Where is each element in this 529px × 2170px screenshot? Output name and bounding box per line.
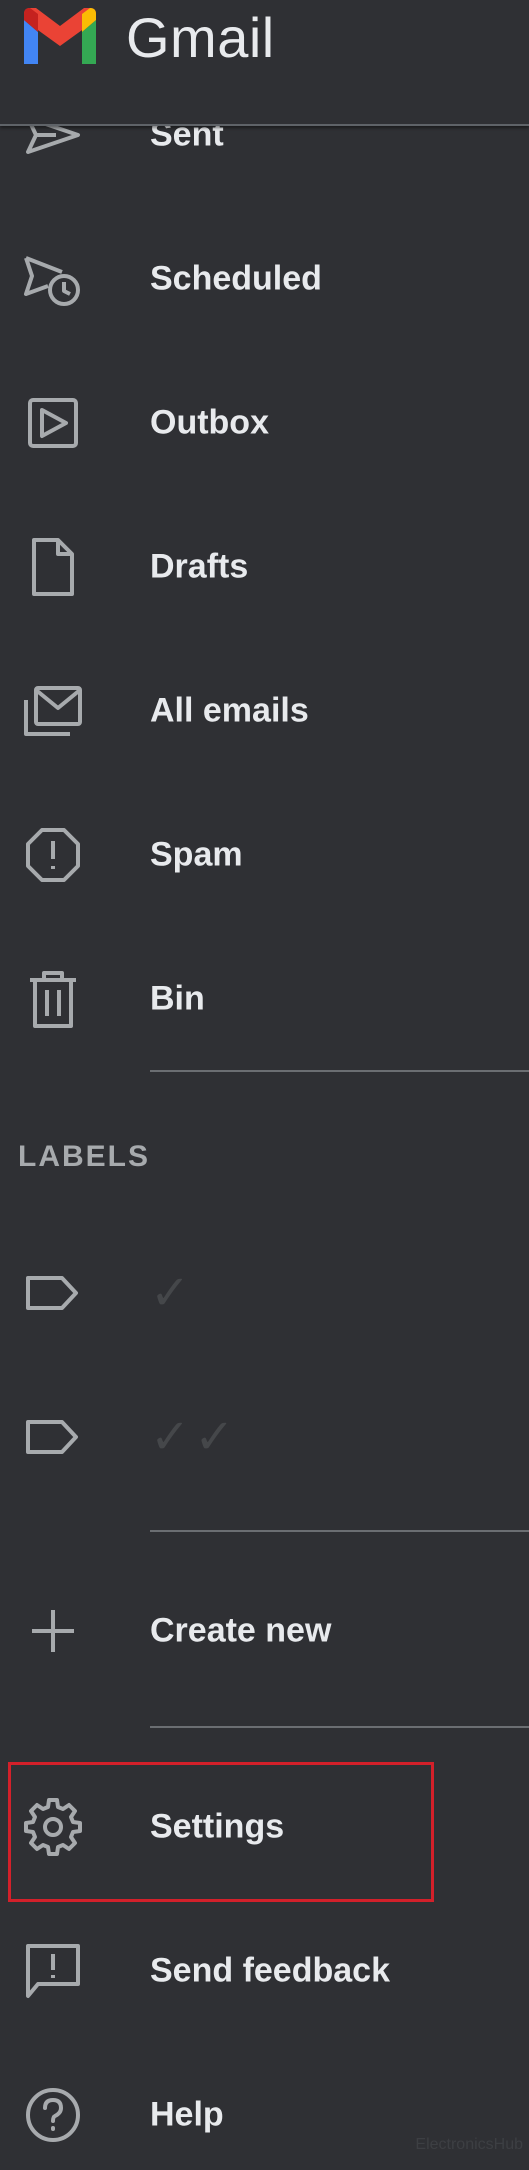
outbox-icon bbox=[22, 392, 84, 454]
nav-item-bin[interactable]: Bin bbox=[0, 944, 529, 1054]
nav-item-spam[interactable]: Spam bbox=[0, 800, 529, 910]
create-new-label-button[interactable]: Create new bbox=[0, 1576, 529, 1686]
all-mail-icon bbox=[22, 680, 84, 742]
label-item[interactable]: ✓ bbox=[0, 1238, 529, 1348]
nav-label-bin: Bin bbox=[150, 979, 205, 1018]
help-icon bbox=[22, 2084, 84, 2146]
create-new-label: Create new bbox=[150, 1611, 332, 1650]
nav-item-scheduled[interactable]: Scheduled bbox=[0, 224, 529, 334]
send-feedback-label: Send feedback bbox=[150, 1951, 390, 1990]
divider bbox=[150, 1726, 529, 1728]
send-feedback-button[interactable]: Send feedback bbox=[0, 1916, 529, 2026]
nav-item-drafts[interactable]: Drafts bbox=[0, 512, 529, 622]
label-icon bbox=[22, 1406, 84, 1468]
plus-icon bbox=[22, 1600, 84, 1662]
gmail-logo-icon bbox=[24, 8, 96, 64]
label-item-text: ✓ bbox=[150, 1265, 195, 1321]
app-header: Gmail bbox=[0, 0, 529, 126]
highlight-box bbox=[8, 1762, 434, 1902]
nav-label-outbox: Outbox bbox=[150, 403, 269, 442]
divider bbox=[150, 1070, 529, 1072]
nav-item-all-emails[interactable]: All emails bbox=[0, 656, 529, 766]
labels-section-title: LABELS bbox=[18, 1140, 150, 1173]
draft-icon bbox=[22, 536, 84, 598]
nav-label-spam: Spam bbox=[150, 835, 243, 874]
label-icon bbox=[22, 1262, 84, 1324]
help-label: Help bbox=[150, 2095, 224, 2134]
app-title: Gmail bbox=[126, 6, 275, 69]
trash-icon bbox=[22, 968, 84, 1030]
nav-label-drafts: Drafts bbox=[150, 547, 249, 586]
nav-label-scheduled: Scheduled bbox=[150, 259, 322, 298]
nav-label-all-emails: All emails bbox=[150, 691, 309, 730]
label-item[interactable]: ✓✓ bbox=[0, 1382, 529, 1492]
divider bbox=[150, 1530, 529, 1532]
feedback-icon bbox=[22, 1940, 84, 2002]
label-item-text: ✓✓ bbox=[150, 1409, 239, 1465]
scheduled-send-icon bbox=[22, 248, 84, 310]
watermark: ElectronicsHub bbox=[415, 2136, 523, 2153]
spam-icon bbox=[22, 824, 84, 886]
nav-item-outbox[interactable]: Outbox bbox=[0, 368, 529, 478]
